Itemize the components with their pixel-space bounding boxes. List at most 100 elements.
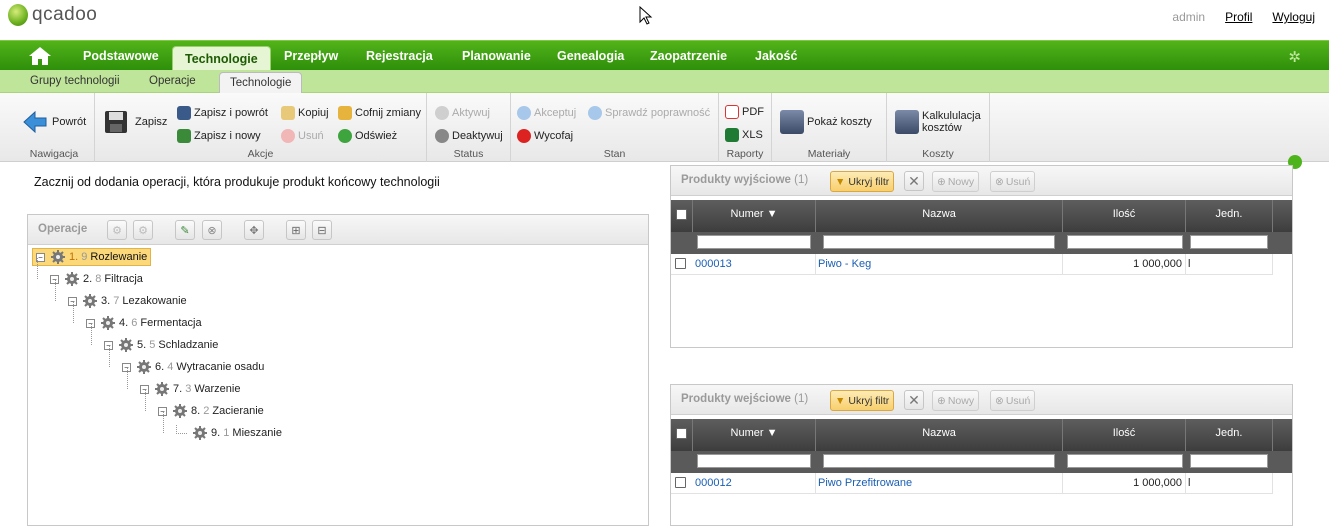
nav-podstawowe[interactable]: Podstawowe [71, 41, 171, 71]
tree-node[interactable]: −2. 8 Filtracja [50, 270, 143, 288]
input-hide-filter-button[interactable]: ▼ Ukryj filtr [830, 390, 895, 411]
input-row-name[interactable]: Piwo Przefitrowane [816, 473, 1063, 494]
input-col-unit[interactable]: Jedn. [1186, 419, 1273, 451]
operation-gear-icon [155, 382, 169, 396]
undo-icon [338, 106, 352, 120]
row-checkbox[interactable] [675, 477, 686, 488]
home-icon[interactable] [28, 46, 52, 66]
output-grid-header: Numer ▼ Nazwa Ilość Jedn. [671, 200, 1292, 232]
check-button[interactable]: Sprawdź poprawność [588, 106, 710, 120]
input-row-number[interactable]: 000012 [693, 473, 816, 494]
output-hide-filter-button[interactable]: ▼ Ukryj filtr [830, 171, 895, 192]
xls-button[interactable]: XLS [725, 128, 763, 142]
input-col-qty[interactable]: Ilość [1063, 419, 1186, 451]
tree-node[interactable]: 9. 1 Mieszanie [176, 424, 282, 442]
subnav-grupy-technologii[interactable]: Grupy technologii [20, 70, 130, 93]
activate-button[interactable]: Aktywuj [435, 106, 490, 120]
node-label: Mieszanie [232, 427, 282, 439]
input-filter-qty[interactable] [1067, 454, 1183, 468]
logo[interactable]: qcadoo [8, 4, 97, 26]
collapse-all-icon[interactable]: ⊟ [312, 220, 332, 240]
output-filter-qty[interactable] [1067, 235, 1183, 249]
add-operation-icon[interactable]: ⚙ [107, 220, 127, 240]
nav-technologie[interactable]: Technologie [172, 46, 271, 71]
output-filter-unit[interactable] [1190, 235, 1268, 249]
output-row-name[interactable]: Piwo - Keg [816, 254, 1063, 275]
table-row[interactable]: 000013 Piwo - Keg 1 000,000 l [671, 254, 1273, 275]
logout-link[interactable]: Wyloguj [1272, 10, 1315, 24]
settings-gear-icon[interactable]: ✲ [1288, 48, 1301, 66]
nav-planowanie[interactable]: Planowanie [450, 41, 543, 71]
save-button[interactable]: Zapisz [103, 109, 167, 135]
refresh-button[interactable]: Odśwież [338, 129, 397, 143]
save-new-button[interactable]: Zapisz i nowy [177, 129, 261, 143]
row-checkbox[interactable] [675, 258, 686, 269]
save-new-icon [177, 129, 191, 143]
output-new-button[interactable]: ⊕ Nowy [932, 171, 980, 192]
edit-icon[interactable]: ✎ [175, 220, 195, 240]
input-filter-name[interactable] [823, 454, 1055, 468]
input-filter-number[interactable] [697, 454, 811, 468]
operation-gear-icon [173, 404, 187, 418]
input-clear-filter-icon[interactable]: ✕ [904, 390, 924, 410]
nav-zaopatrzenie[interactable]: Zaopatrzenie [638, 41, 739, 71]
operation-gear-icon [101, 316, 115, 330]
operation-gear-icon [137, 360, 151, 374]
output-filter-name[interactable] [823, 235, 1055, 249]
check-icon [588, 106, 602, 120]
tree-node[interactable]: −5. 5 Schladzanie [104, 336, 218, 354]
node-label: Warzenie [194, 383, 241, 395]
output-col-number[interactable]: Numer ▼ [693, 200, 816, 232]
withdraw-button[interactable]: Wycofaj [517, 129, 573, 143]
tree-node[interactable]: −3. 7 Lezakowanie [68, 292, 187, 310]
back-button[interactable]: Powrót [22, 109, 86, 135]
delete-button[interactable]: Usuń [281, 129, 324, 143]
input-filter-unit[interactable] [1190, 454, 1268, 468]
sort-desc-icon: ▼ [766, 427, 778, 439]
output-delete-button[interactable]: ⊗ Usuń [990, 171, 1036, 192]
move-icon[interactable]: ✥ [244, 220, 264, 240]
node-label: Rozlewanie [90, 251, 148, 263]
tree-node[interactable]: −1. 9 Rozlewanie [32, 248, 152, 266]
subnav-operacje[interactable]: Operacje [139, 70, 206, 93]
table-row[interactable]: 000012 Piwo Przefitrowane 1 000,000 l [671, 473, 1273, 494]
output-filter-number[interactable] [697, 235, 811, 249]
profile-link[interactable]: Profil [1225, 10, 1252, 24]
node-label: Lezakowanie [122, 295, 187, 307]
output-select-all-checkbox[interactable] [676, 209, 687, 220]
subnav-technologie[interactable]: Technologie [219, 72, 303, 94]
output-clear-filter-icon[interactable]: ✕ [904, 171, 924, 191]
deactivate-button[interactable]: Deaktywuj [435, 129, 503, 143]
tree-node[interactable]: −7. 3 Warzenie [140, 380, 240, 398]
output-row-number[interactable]: 000013 [693, 254, 816, 275]
output-col-qty[interactable]: Ilość [1063, 200, 1186, 232]
delete-node-icon[interactable]: ⊗ [202, 220, 222, 240]
expand-all-icon[interactable]: ⊞ [286, 220, 306, 240]
nav-przeplyw[interactable]: Przepływ [272, 41, 350, 71]
output-col-name[interactable]: Nazwa [816, 200, 1063, 232]
undo-button[interactable]: Cofnij zmiany [338, 106, 421, 120]
cost-calculation-button[interactable]: Kalkululacja kosztów [895, 110, 981, 134]
save-back-button[interactable]: Zapisz i powrót [177, 106, 268, 120]
add-reference-icon[interactable]: ⚙ [133, 220, 153, 240]
input-new-button[interactable]: ⊕ Nowy [932, 390, 980, 411]
input-delete-button[interactable]: ⊗ Usuń [990, 390, 1036, 411]
pdf-button[interactable]: PDF [725, 105, 764, 119]
cost-calculation-icon [895, 110, 919, 134]
tree-node[interactable]: −8. 2 Zacieranie [158, 402, 264, 420]
input-row-qty: 1 000,000 [1063, 473, 1186, 494]
input-select-all-checkbox[interactable] [676, 428, 687, 439]
nav-rejestracja[interactable]: Rejestracja [354, 41, 445, 71]
output-col-unit[interactable]: Jedn. [1186, 200, 1273, 232]
show-costs-button[interactable]: Pokaż koszty [780, 110, 872, 134]
tree-node[interactable]: −4. 6 Fermentacja [86, 314, 202, 332]
copy-icon [281, 106, 295, 120]
input-col-number[interactable]: Numer ▼ [693, 419, 816, 451]
nav-jakosc[interactable]: Jakość [743, 41, 809, 71]
input-col-name[interactable]: Nazwa [816, 419, 1063, 451]
copy-button[interactable]: Kopiuj [281, 106, 329, 120]
nav-genealogia[interactable]: Genealogia [545, 41, 636, 71]
tree-node[interactable]: −6. 4 Wytracanie osadu [122, 358, 264, 376]
accept-button[interactable]: Akceptuj [517, 106, 576, 120]
hint-text: Zacznij od dodania operacji, która produ… [34, 175, 440, 189]
